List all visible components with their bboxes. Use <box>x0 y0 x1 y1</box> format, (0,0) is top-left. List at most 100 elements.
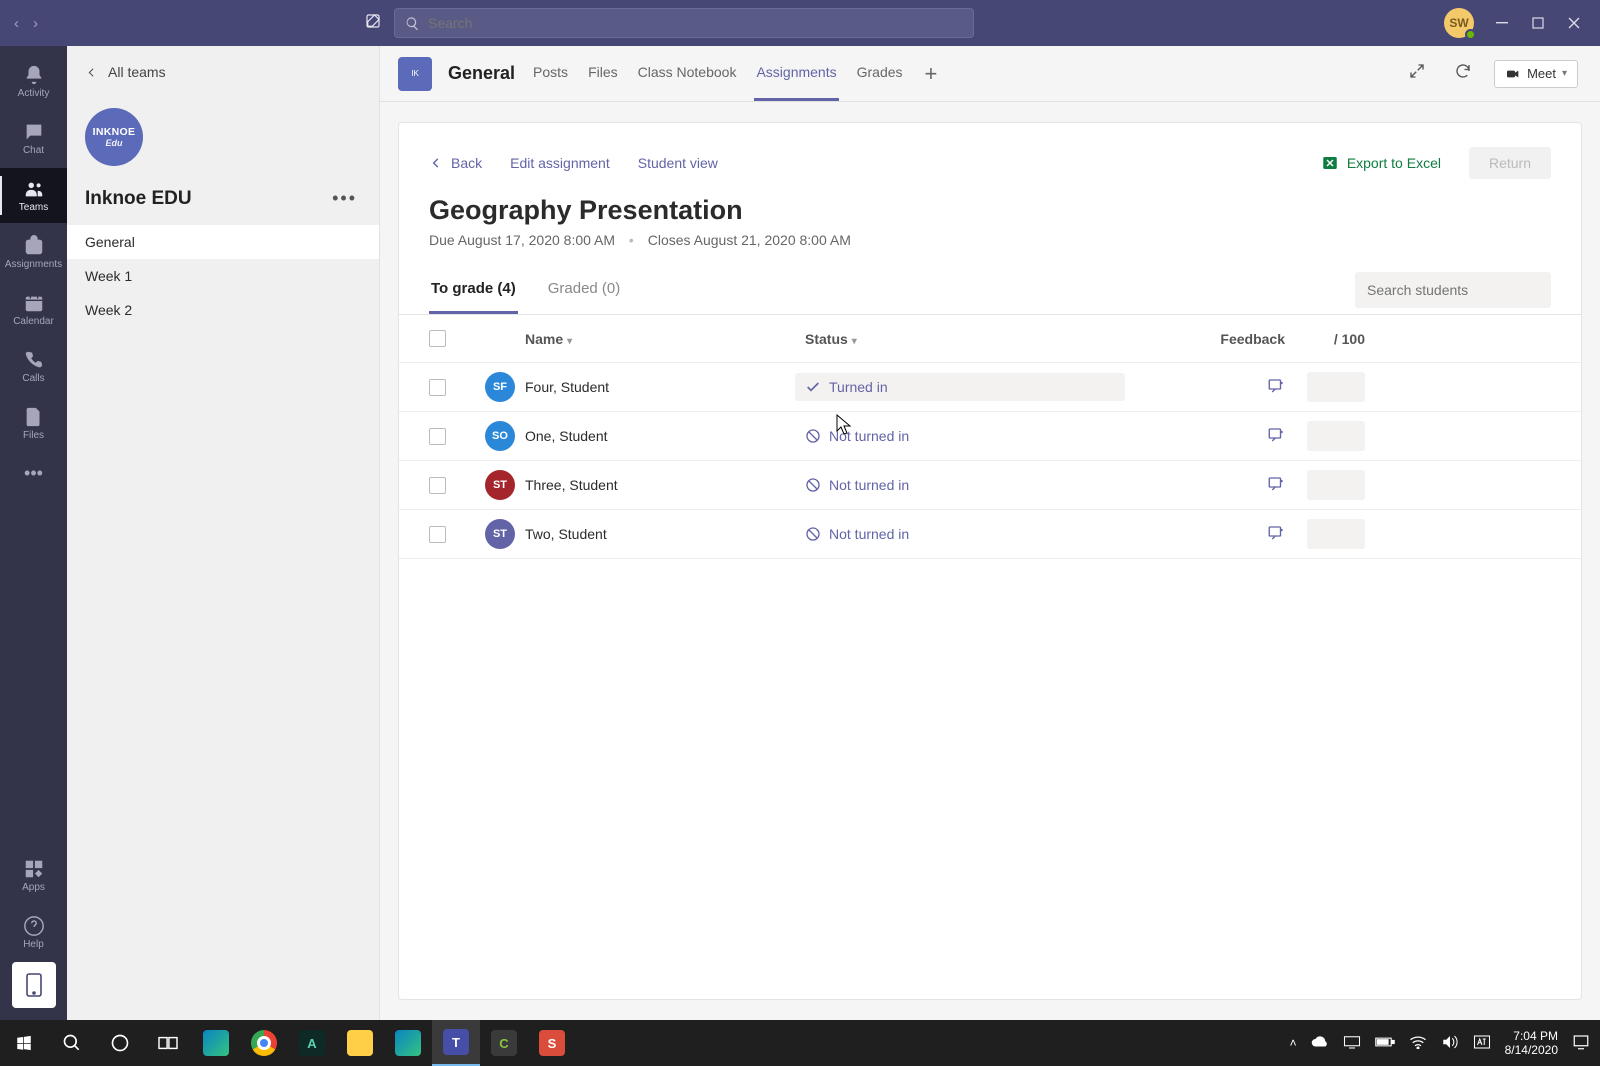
row-checkbox[interactable] <box>429 428 446 445</box>
grade-input[interactable] <box>1307 421 1365 451</box>
nav-back-icon[interactable]: ‹ <box>14 15 19 32</box>
select-all-checkbox[interactable] <box>429 330 446 347</box>
tray-onedrive-icon[interactable] <box>1311 1036 1329 1051</box>
rail-help[interactable]: Help <box>0 905 67 960</box>
student-search-input[interactable] <box>1367 282 1548 298</box>
taskbar-app-snagit[interactable]: S <box>528 1020 576 1066</box>
status-button[interactable]: Not turned in <box>805 526 1125 542</box>
student-row[interactable]: STTwo, StudentNot turned in <box>399 510 1581 559</box>
assignment-subtitle: Due August 17, 2020 8:00 AM • Closes Aug… <box>399 230 1581 266</box>
nav-forward-icon[interactable]: › <box>33 15 38 32</box>
rail-apps[interactable]: Apps <box>0 848 67 903</box>
subtab-to-grade[interactable]: To grade (4) <box>429 266 518 314</box>
export-excel-button[interactable]: Export to Excel <box>1321 154 1441 172</box>
row-checkbox[interactable] <box>429 379 446 396</box>
task-view-button[interactable] <box>144 1020 192 1066</box>
compose-icon[interactable] <box>352 12 394 35</box>
tray-wifi-icon[interactable] <box>1409 1035 1427 1052</box>
taskbar-app-teams[interactable]: T <box>432 1020 480 1066</box>
feedback-icon[interactable] <box>1267 524 1285 542</box>
rail-calendar[interactable]: Calendar <box>0 282 67 337</box>
expand-icon[interactable] <box>1402 56 1432 91</box>
status-button[interactable]: Not turned in <box>805 477 1125 493</box>
taskbar-app-chrome[interactable] <box>240 1020 288 1066</box>
due-date: Due August 17, 2020 8:00 AM <box>429 232 615 248</box>
main-area: IK General Posts Files Class Notebook As… <box>380 46 1600 1020</box>
taskbar-app-edge2[interactable] <box>384 1020 432 1066</box>
tray-display-icon[interactable] <box>1343 1035 1361 1052</box>
student-row[interactable]: SOOne, StudentNot turned in <box>399 412 1581 461</box>
student-view-button[interactable]: Student view <box>638 155 718 171</box>
tray-battery-icon[interactable] <box>1375 1036 1395 1051</box>
search-button[interactable] <box>48 1020 96 1066</box>
search-input[interactable] <box>428 15 963 31</box>
subtab-graded[interactable]: Graded (0) <box>546 266 623 314</box>
channel-week-1[interactable]: Week 1 <box>67 259 379 293</box>
grade-input[interactable] <box>1307 519 1365 549</box>
taskbar-app-edge[interactable] <box>192 1020 240 1066</box>
taskbar-app-a[interactable]: A <box>288 1020 336 1066</box>
tray-volume-icon[interactable] <box>1441 1034 1459 1053</box>
tab-assignments[interactable]: Assignments <box>754 46 838 101</box>
tray-chevron-icon[interactable]: ˄ <box>1290 1036 1297 1050</box>
rail-assignments[interactable]: Assignments <box>0 225 67 280</box>
team-avatar[interactable]: INKNOE Edu <box>85 108 143 166</box>
backpack-icon <box>23 235 45 257</box>
tab-grades[interactable]: Grades <box>855 46 905 101</box>
refresh-icon[interactable] <box>1448 56 1478 91</box>
taskbar-clock[interactable]: 7:04 PM 8/14/2020 <box>1505 1029 1558 1058</box>
student-row[interactable]: SFFour, StudentTurned in <box>399 363 1581 412</box>
taskbar-app-camtasia[interactable]: C <box>480 1020 528 1066</box>
tray-notifications-icon[interactable] <box>1572 1033 1590 1054</box>
tab-posts[interactable]: Posts <box>531 46 570 101</box>
taskbar-app-explorer[interactable] <box>336 1020 384 1066</box>
window-minimize-icon[interactable] <box>1494 15 1510 31</box>
chevron-left-icon <box>429 156 443 170</box>
channel-title: General <box>448 63 515 84</box>
rail-more[interactable]: ••• <box>0 453 67 493</box>
tab-class-notebook[interactable]: Class Notebook <box>636 46 739 101</box>
tab-files[interactable]: Files <box>586 46 620 101</box>
student-search-box[interactable] <box>1355 272 1551 308</box>
feedback-icon[interactable] <box>1267 377 1285 395</box>
channel-general[interactable]: General <box>67 225 379 259</box>
tray-language-icon[interactable] <box>1473 1034 1491 1053</box>
status-button[interactable]: Not turned in <box>805 428 1125 444</box>
feedback-icon[interactable] <box>1267 475 1285 493</box>
rail-calls[interactable]: Calls <box>0 339 67 394</box>
window-close-icon[interactable] <box>1566 15 1582 31</box>
not-turned-in-icon <box>805 477 821 493</box>
team-more-button[interactable]: ••• <box>324 184 365 213</box>
grade-input[interactable] <box>1307 470 1365 500</box>
feedback-icon[interactable] <box>1267 426 1285 444</box>
grade-input[interactable] <box>1307 372 1365 402</box>
row-checkbox[interactable] <box>429 526 446 543</box>
rail-chat[interactable]: Chat <box>0 111 67 166</box>
student-name: Three, Student <box>525 477 805 493</box>
student-row[interactable]: STThree, StudentNot turned in <box>399 461 1581 510</box>
start-button[interactable] <box>0 1020 48 1066</box>
student-avatar: SF <box>485 372 515 402</box>
window-maximize-icon[interactable] <box>1530 15 1546 31</box>
apps-icon <box>23 858 45 880</box>
col-name[interactable]: Name <box>525 331 563 347</box>
user-avatar[interactable]: SW <box>1444 8 1474 38</box>
search-box[interactable] <box>394 8 974 38</box>
channel-week-2[interactable]: Week 2 <box>67 293 379 327</box>
rail-teams[interactable]: Teams <box>0 168 67 223</box>
all-teams-link[interactable]: All teams <box>67 46 379 80</box>
meet-button[interactable]: Meet ▾ <box>1494 60 1578 88</box>
edit-assignment-button[interactable]: Edit assignment <box>510 155 610 171</box>
col-status[interactable]: Status <box>805 331 848 347</box>
row-checkbox[interactable] <box>429 477 446 494</box>
add-tab-button[interactable]: + <box>921 61 942 87</box>
rail-activity[interactable]: Activity <box>0 54 67 109</box>
student-avatar: ST <box>485 519 515 549</box>
rail-mobile-button[interactable] <box>12 962 56 1008</box>
status-button[interactable]: Turned in <box>795 373 1125 401</box>
cortana-button[interactable] <box>96 1020 144 1066</box>
rail-files[interactable]: Files <box>0 396 67 451</box>
search-icon <box>62 1033 82 1053</box>
back-button[interactable]: Back <box>429 155 482 171</box>
teams-pane: All teams INKNOE Edu Inknoe EDU ••• Gene… <box>67 46 380 1020</box>
